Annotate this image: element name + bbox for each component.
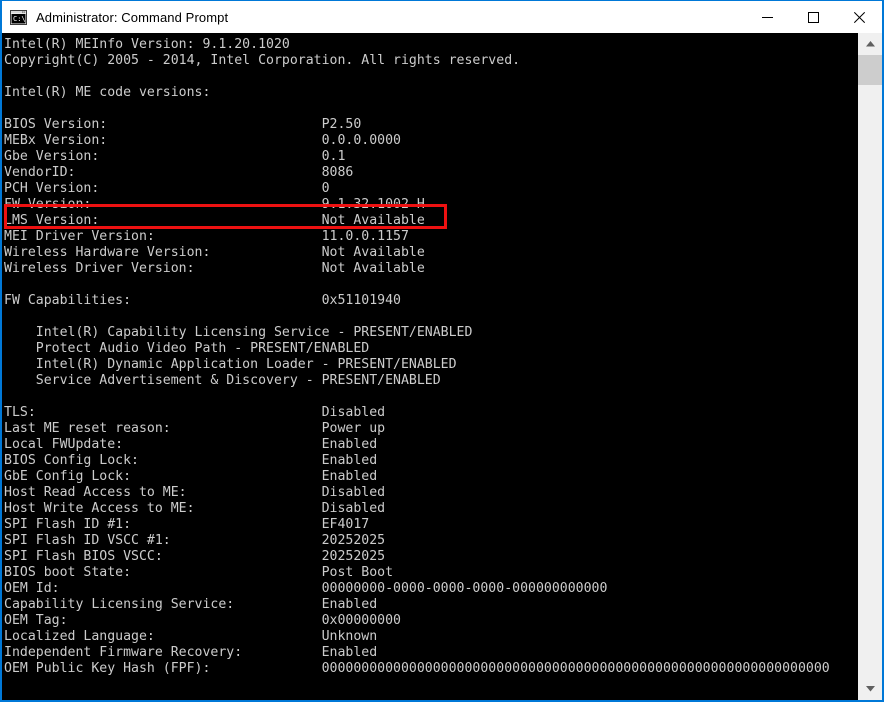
scrollbar-track[interactable] [858,55,882,678]
command-prompt-window: C:\ Administrator: Command Prompt Intel(… [0,0,884,702]
close-button[interactable] [836,1,882,33]
window-title: Administrator: Command Prompt [36,9,229,25]
svg-text:C:\: C:\ [13,15,26,23]
console-output-area[interactable]: Intel(R) MEInfo Version: 9.1.20.1020 Cop… [2,33,858,700]
maximize-button[interactable] [790,1,836,33]
command-prompt-icon: C:\ [10,9,27,26]
console-text: Intel(R) MEInfo Version: 9.1.20.1020 Cop… [4,37,830,676]
scroll-up-arrow-icon[interactable] [858,33,882,55]
title-bar[interactable]: C:\ Administrator: Command Prompt [2,1,882,33]
vertical-scrollbar[interactable] [858,33,882,700]
scrollbar-thumb[interactable] [858,55,882,85]
scroll-down-arrow-icon[interactable] [858,678,882,700]
minimize-button[interactable] [744,1,790,33]
terminal-area: Intel(R) MEInfo Version: 9.1.20.1020 Cop… [2,33,882,700]
caption-button-group [744,1,882,33]
